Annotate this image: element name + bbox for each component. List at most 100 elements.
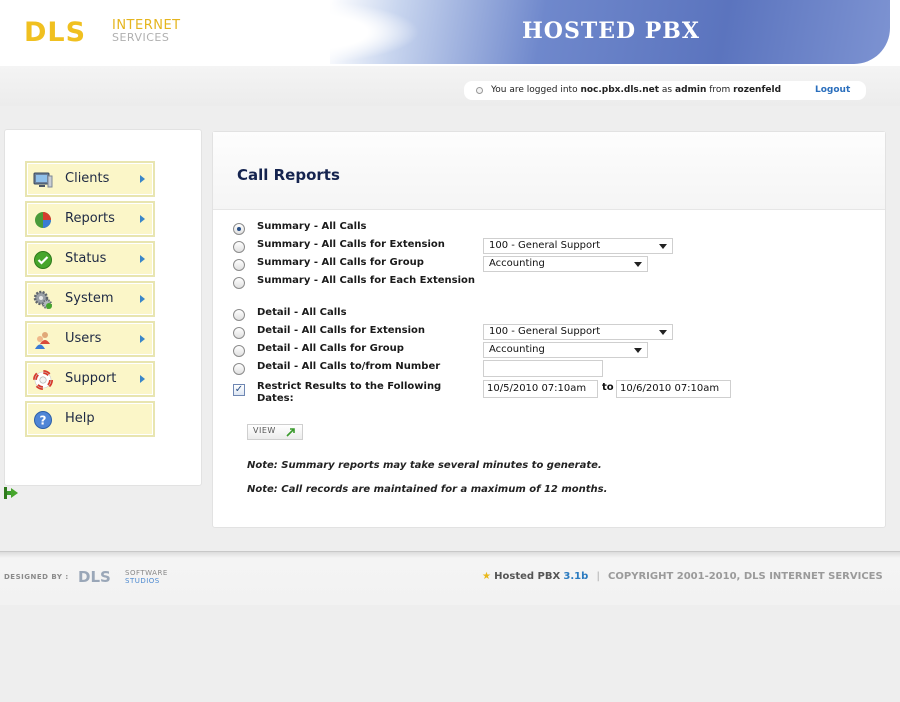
login-status-bar: You are logged into noc.pbx.dls.net as a… xyxy=(464,81,866,100)
page-title: Call Reports xyxy=(237,166,340,184)
footer-product: Hosted PBX xyxy=(494,571,561,582)
logo-line2: SERVICES xyxy=(112,31,170,44)
header-swoosh xyxy=(300,0,420,64)
detail-group-select[interactable]: Accounting xyxy=(483,342,648,358)
header: DLS INTERNET SERVICES HOSTED PBX xyxy=(0,0,900,70)
view-button-label: VIEW xyxy=(253,426,276,435)
sidebar-item-users[interactable]: Users xyxy=(25,321,155,357)
option-label: Detail - All Calls for Extension xyxy=(257,325,425,336)
sidebar-item-label: System xyxy=(65,291,114,306)
summary-extension-select[interactable]: 100 - General Support xyxy=(483,238,673,254)
chevron-right-icon xyxy=(140,175,145,183)
retention-note: Note: Call records are maintained for a … xyxy=(247,484,608,495)
help-icon: ? xyxy=(34,411,52,429)
report-option-row: Detail - All Calls to/from Number xyxy=(213,360,883,378)
designed-by-label: DESIGNED BY : xyxy=(4,573,69,581)
svg-text:?: ? xyxy=(40,414,47,428)
option-label: Detail - All Calls for Group xyxy=(257,343,404,354)
sidebar-item-label: Reports xyxy=(65,211,115,226)
end-date-input[interactable]: 10/6/2010 07:10am xyxy=(616,380,731,398)
report-option-row: Summary - All Calls xyxy=(213,220,883,238)
start-date-input[interactable]: 10/5/2010 07:10am xyxy=(483,380,598,398)
restrict-dates-label: Restrict Results to the Following Dates: xyxy=(257,381,441,405)
date-restrict-row: ✓ Restrict Results to the Following Dates… xyxy=(213,380,883,406)
chevron-right-icon xyxy=(140,335,145,343)
detail-extension-select[interactable]: 100 - General Support xyxy=(483,324,673,340)
bullet-icon xyxy=(476,87,483,94)
report-option-row: Detail - All Calls for Group Accounting xyxy=(213,342,883,360)
login-location: rozenfeld xyxy=(733,85,782,95)
footer-divider: | xyxy=(596,571,600,582)
footer: DESIGNED BY : DLS SOFTWARE STUDIOS ★ Hos… xyxy=(0,551,900,605)
restrict-dates-checkbox[interactable]: ✓ xyxy=(233,384,245,396)
sidebar-item-help[interactable]: ? Help xyxy=(25,401,155,437)
summary-group-select[interactable]: Accounting xyxy=(483,256,648,272)
login-from: from xyxy=(709,85,731,95)
users-icon xyxy=(35,332,50,349)
gears-icon xyxy=(33,290,52,309)
app-title: HOSTED PBX xyxy=(522,18,700,44)
call-reports-panel: Call Reports Summary - All Calls Summary… xyxy=(212,131,886,528)
sidebar-item-label: Status xyxy=(65,251,107,266)
footer-copyright: COPYRIGHT 2001-2010, DLS INTERNET SERVIC… xyxy=(608,571,883,582)
footer-info: ★ Hosted PBX 3.1b | COPYRIGHT 2001-2010,… xyxy=(482,571,883,582)
footer-logo-line1: SOFTWARE xyxy=(125,569,168,577)
dls-software-studios-logo: DLS SOFTWARE STUDIOS xyxy=(78,568,178,588)
detail-all-calls-radio[interactable] xyxy=(233,309,245,321)
report-option-row: Detail - All Calls xyxy=(213,306,883,324)
option-label: Summary - All Calls for Each Extension xyxy=(257,275,475,286)
report-option-row: Summary - All Calls for Group Accounting xyxy=(213,256,883,274)
sidebar-item-label: Clients xyxy=(65,171,110,186)
footer-version: 3.1b xyxy=(563,571,589,582)
report-option-row: Summary - All Calls for Extension 100 - … xyxy=(213,238,883,256)
sidebar: Clients Reports Status System Users Supp… xyxy=(4,129,202,486)
restrict-label-line1: Restrict Results to the Following xyxy=(257,381,442,392)
option-label: Summary - All Calls for Group xyxy=(257,257,424,268)
panel-header: Call Reports xyxy=(213,132,885,210)
sidebar-item-support[interactable]: Support xyxy=(25,361,155,397)
sidebar-item-label: Users xyxy=(65,331,102,346)
lifebuoy-icon xyxy=(33,370,53,390)
login-prefix: You are logged into xyxy=(491,85,578,95)
monitor-icon xyxy=(33,172,53,188)
sidebar-item-status[interactable]: Status xyxy=(25,241,155,277)
sidebar-item-label: Help xyxy=(65,411,95,426)
view-button[interactable]: VIEW xyxy=(247,424,303,440)
summary-all-calls-radio[interactable] xyxy=(233,223,245,235)
report-option-row: Detail - All Calls for Extension 100 - G… xyxy=(213,324,883,342)
chevron-right-icon xyxy=(140,255,145,263)
summary-extension-radio[interactable] xyxy=(233,241,245,253)
chevron-right-icon xyxy=(140,215,145,223)
logo-main: DLS xyxy=(24,17,87,48)
sidebar-item-clients[interactable]: Clients xyxy=(25,161,155,197)
footer-logo-main: DLS xyxy=(78,568,111,586)
sidebar-item-system[interactable]: System xyxy=(25,281,155,317)
phone-number-input[interactable] xyxy=(483,360,603,377)
option-label: Detail - All Calls xyxy=(257,307,347,318)
option-label: Summary - All Calls for Extension xyxy=(257,239,445,250)
report-option-row: Summary - All Calls for Each Extension xyxy=(213,274,883,292)
summary-group-radio[interactable] xyxy=(233,259,245,271)
detail-number-radio[interactable] xyxy=(233,363,245,375)
login-status-text: You are logged into noc.pbx.dls.net as a… xyxy=(491,81,781,100)
login-as: as xyxy=(661,85,673,95)
login-host: noc.pbx.dls.net xyxy=(580,85,660,95)
checkmark-icon xyxy=(34,251,52,269)
collapse-sidebar-icon[interactable] xyxy=(4,487,20,499)
chevron-right-icon xyxy=(140,375,145,383)
logout-link[interactable]: Logout xyxy=(815,81,850,100)
detail-extension-radio[interactable] xyxy=(233,327,245,339)
option-label: Detail - All Calls to/from Number xyxy=(257,361,441,372)
footer-logo-line2: STUDIOS xyxy=(125,577,160,585)
detail-group-radio[interactable] xyxy=(233,345,245,357)
arrow-icon xyxy=(286,428,295,437)
sidebar-item-reports[interactable]: Reports xyxy=(25,201,155,237)
chevron-right-icon xyxy=(140,295,145,303)
date-separator: to xyxy=(602,382,614,393)
summary-each-extension-radio[interactable] xyxy=(233,277,245,289)
restrict-label-line2: Dates: xyxy=(257,393,294,404)
summary-note: Note: Summary reports may take several m… xyxy=(247,460,602,471)
option-label: Summary - All Calls xyxy=(257,221,367,232)
pie-chart-icon xyxy=(35,212,51,228)
star-icon: ★ xyxy=(482,571,491,582)
